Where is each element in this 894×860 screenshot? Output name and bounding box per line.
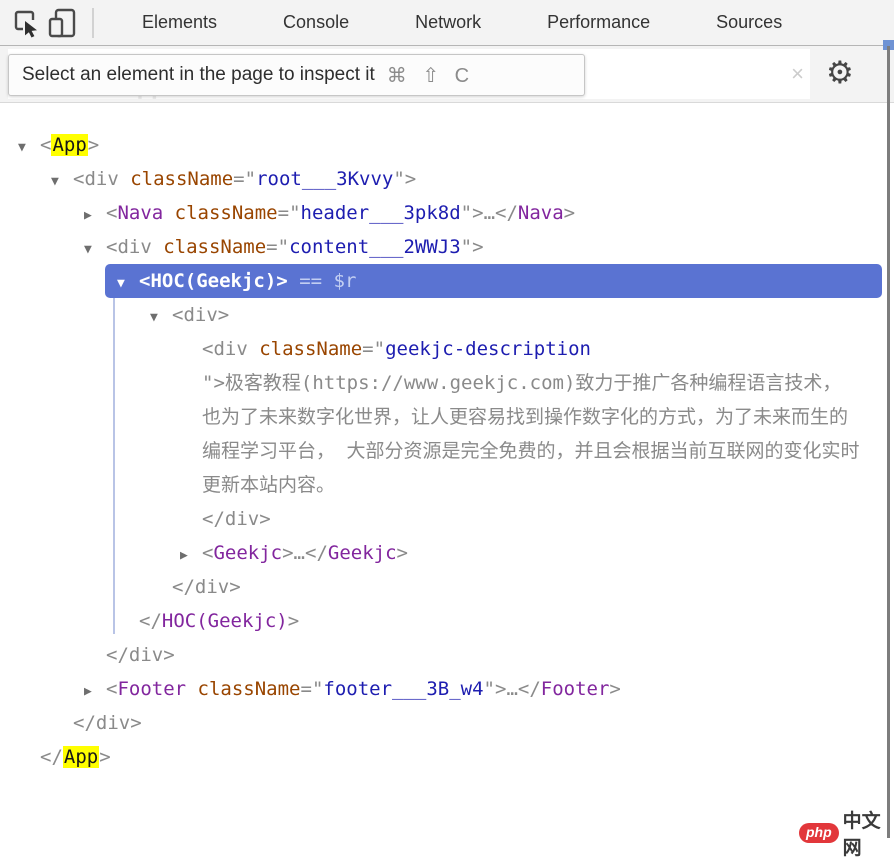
device-toolbar-button[interactable] bbox=[44, 5, 80, 41]
disclosure-triangle-icon[interactable]: ▶ bbox=[84, 199, 106, 233]
inspect-tooltip: Select an element in the page to inspect… bbox=[8, 54, 585, 96]
tree-row[interactable]: ▶<Nava className="header___3pk8d">…</Nav… bbox=[0, 196, 894, 230]
inspect-element-button[interactable] bbox=[8, 5, 44, 41]
tree-row[interactable]: ▼<div className="root___3Kvvy"> bbox=[0, 162, 894, 196]
tree-row[interactable]: ▶<Footer className="footer___3B_w4">…</F… bbox=[0, 672, 894, 706]
tab-sources[interactable]: Sources bbox=[716, 12, 782, 33]
disclosure-triangle-icon[interactable]: ▼ bbox=[18, 131, 40, 165]
disclosure-triangle-icon[interactable]: ▼ bbox=[51, 165, 73, 199]
devtools-tabbar: Elements Console Network Performance Sources bbox=[0, 0, 894, 46]
window-right-edge bbox=[887, 46, 890, 838]
tree-row[interactable]: </div> bbox=[0, 570, 894, 604]
tab-elements[interactable]: Elements bbox=[142, 12, 217, 33]
clear-search-icon[interactable]: × bbox=[791, 63, 804, 85]
gear-icon[interactable]: ⚙ bbox=[826, 52, 854, 95]
disclosure-triangle-icon[interactable]: ▼ bbox=[117, 267, 139, 301]
tab-console[interactable]: Console bbox=[283, 12, 349, 33]
php-cn-watermark: php 中文网 bbox=[799, 806, 894, 860]
tooltip-shortcut: ⌘ ⇧ C bbox=[387, 63, 474, 88]
disclosure-triangle-icon[interactable]: ▼ bbox=[84, 233, 106, 267]
disclosure-triangle-icon[interactable]: ▶ bbox=[84, 675, 106, 709]
tree-row[interactable]: ▼<App> bbox=[0, 128, 894, 162]
toolbar-divider bbox=[92, 8, 94, 38]
panel-tabs: Elements Console Network Performance Sources bbox=[142, 12, 782, 33]
tree-row[interactable]: <div className="geekjc-description">极客教程… bbox=[0, 332, 894, 502]
tree-row[interactable]: ▼<div className="content___2WWJ3"> bbox=[0, 230, 894, 264]
tree-row[interactable]: ▶<Geekjc>…</Geekjc> bbox=[0, 536, 894, 570]
inspect-cursor-icon bbox=[11, 8, 41, 38]
tree-row[interactable]: </HOC(Geekjc)> bbox=[0, 604, 894, 638]
php-logo-badge: php bbox=[799, 823, 839, 843]
tab-network[interactable]: Network bbox=[415, 12, 481, 33]
tree-row[interactable]: ▼<div> bbox=[0, 298, 894, 332]
disclosure-triangle-icon[interactable]: ▶ bbox=[180, 539, 202, 573]
tab-performance[interactable]: Performance bbox=[547, 12, 650, 33]
tree-row[interactable]: </div> bbox=[0, 638, 894, 672]
tree-row[interactable]: </div> bbox=[0, 502, 894, 536]
search-toolbar: ▼ App × ⚙ Select an element in the page … bbox=[0, 46, 894, 103]
tree-row[interactable]: </div> bbox=[0, 706, 894, 740]
tree-row-selected[interactable]: ▼<HOC(Geekjc)> == $r bbox=[105, 264, 882, 298]
tooltip-text: Select an element in the page to inspect… bbox=[22, 64, 375, 86]
tree-row[interactable]: </App> bbox=[0, 740, 894, 774]
device-toolbar-icon bbox=[46, 7, 78, 39]
indent-guide-line bbox=[113, 298, 115, 634]
disclosure-triangle-icon[interactable]: ▼ bbox=[150, 301, 172, 335]
component-tree: ▼<App>▼<div className="root___3Kvvy">▶<N… bbox=[0, 103, 894, 774]
php-logo-text: 中文网 bbox=[843, 806, 894, 860]
